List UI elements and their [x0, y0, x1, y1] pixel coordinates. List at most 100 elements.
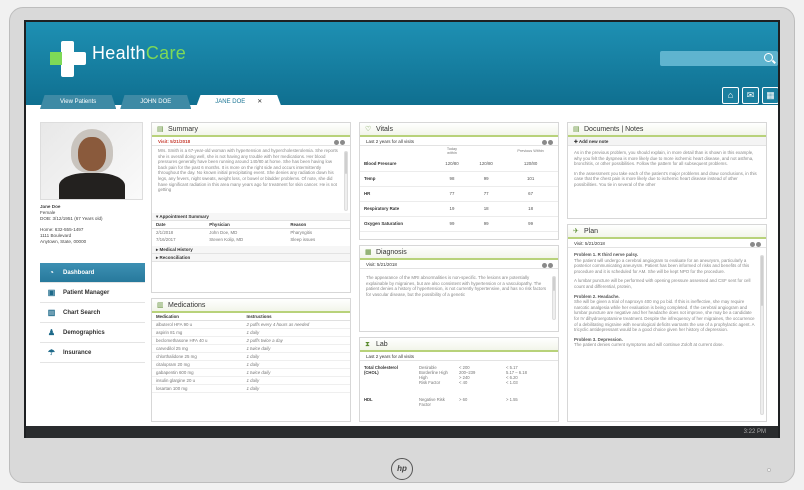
tab-john-doe[interactable]: JOHN DOE [120, 95, 192, 109]
umbrella-icon: ☂ [47, 347, 56, 357]
top-bar: HealthCare View Patients JOHN DOE JANE D… [26, 22, 778, 109]
problem-2-text: She will be given a trial of naproxyn 40… [574, 299, 755, 333]
dashboard-icon: ◔ [49, 267, 54, 277]
vitals-subtitle: Last 2 years for all visits [360, 137, 558, 146]
home-icon[interactable]: ⌂ [722, 87, 739, 104]
plan-card: ✈ Plan Visit: 5/21/2018 Problem 1. R thir… [567, 224, 767, 422]
document-icon: ▤ [573, 126, 580, 133]
summary-text: Mrs. Smith is a 67-year-old woman with h… [158, 148, 338, 193]
medications-header: ▥ Medications [152, 299, 350, 313]
summary-scrollbar[interactable] [344, 151, 348, 211]
plan-header: ✈ Plan [568, 225, 766, 239]
table-row[interactable]: citalopram 20 mg 1 daily [152, 360, 350, 369]
table-row[interactable]: chlorthalidone 25 mg 1 daily [152, 352, 350, 361]
vitals-card: ♡ Vitals Last 2 years for all visits Toda… [359, 122, 559, 240]
appointment-summary-toggle[interactable]: ▾ Appointment Summary [152, 213, 350, 221]
table-row[interactable]: albuterol HFA 90 u2 puffs every 4 hours … [152, 320, 350, 329]
side-nav: ◔ Dashboard ▣ Patient Manager ▥ Chart Searc… [40, 263, 145, 364]
table-row[interactable]: HDL Negative Risk Factor > 60 > 1.55 [360, 396, 558, 408]
reconciliation-toggle[interactable]: ▸ Reconciliation [152, 254, 350, 262]
nav-dashboard[interactable]: ◔ Dashboard [40, 263, 145, 284]
pill-bottle-icon: ▥ [157, 302, 164, 309]
patient-sidebar: Jane Doe Female DOB: 3/12/1951 (67 Years… [40, 122, 145, 422]
problem-1-text-2: A lumbar puncture will be performed with… [574, 278, 751, 289]
summary-header: ▤ Summary [152, 123, 350, 137]
nav-chart-search[interactable]: ▥ Chart Search [40, 303, 145, 324]
table-row[interactable]: Oxygen Saturation 99 99 99 [360, 216, 558, 232]
people-icon: ♟ [47, 327, 56, 337]
lab-table: Total Cholesterol (CHOL) Desirable Borde… [360, 364, 558, 408]
plan-visit: Visit: 5/21/2018 [568, 239, 766, 248]
nav-dots-icon[interactable] [749, 241, 761, 250]
flask-icon: ⧗ [365, 341, 370, 348]
diagnosis-header: ▦ Diagnosis [360, 246, 558, 260]
tab-jane-doe[interactable]: JANE DOE ✕ [195, 95, 283, 109]
bar-chart-icon: ▥ [47, 307, 56, 317]
vitals-table: Today within Previous Within Blood Pressur… [360, 146, 558, 232]
patient-info: Jane Doe Female DOB: 3/12/1951 (67 Years… [40, 204, 145, 245]
nav-insurance[interactable]: ☂ Insurance [40, 343, 145, 364]
document-icon: ▦ [365, 249, 372, 256]
patient-photo [40, 122, 143, 200]
summary-card: ▤ Summary Visit: 5/21/2018 Mrs. Smith is … [151, 122, 351, 293]
documents-paragraph-1: As in the previous problem, you should e… [574, 150, 754, 167]
brand-name: HealthCare [92, 43, 187, 63]
add-note-button[interactable]: ✚ Add new note [568, 137, 766, 146]
documents-paragraph-2: In the assessment you take each of the p… [574, 170, 757, 187]
diagnosis-scrollbar[interactable] [552, 276, 556, 320]
vitals-header: ♡ Vitals [360, 123, 558, 137]
stethoscope-icon: ♡ [365, 126, 372, 133]
status-bar-time: 3:22 PM [26, 426, 778, 438]
lab-subtitle: Last 2 years for all visits [360, 352, 558, 361]
health-cross-logo-icon [50, 41, 86, 77]
table-row[interactable]: 7/16/2017 Steven Kolip, MD Sleep issues [152, 236, 350, 243]
plan-content: Problem 1. R third nerve palsy. The pati… [568, 248, 766, 418]
medications-table: Medication Instructions albuterol HFA 90 … [152, 313, 350, 393]
nav-patient-manager[interactable]: ▣ Patient Manager [40, 283, 145, 304]
briefcase-icon: ▣ [47, 287, 56, 297]
table-row[interactable]: carvedilol 25 mg 1 twice daily [152, 344, 350, 353]
table-row[interactable]: insulin glargine 20 u1 daily [152, 376, 350, 385]
screen: HealthCare View Patients JOHN DOE JANE D… [24, 20, 780, 438]
top-icon-group: ⌂ ✉ ▦ [722, 87, 778, 104]
table-row[interactable]: aspirin 81 mg 1 daily [152, 328, 350, 337]
table-row[interactable]: Temp 98 99 101 [360, 171, 558, 187]
diagnosis-visit: Visit: 5/21/2018 [360, 260, 558, 269]
table-row[interactable]: beclomethasone HFA 40 u2 puffs twice a d… [152, 336, 350, 345]
clipboard-icon: ▤ [157, 126, 164, 133]
tab-view-patients[interactable]: View Patients [40, 95, 117, 109]
table-row[interactable]: Blood Pressure 120/80 120/80 120/80 [360, 156, 558, 172]
calendar-icon[interactable]: ▦ [762, 87, 778, 104]
table-row[interactable]: gabapentin 600 mg 1 twice daily [152, 368, 350, 377]
table-row[interactable]: Total Cholesterol (CHOL) Desirable Borde… [360, 364, 558, 396]
diagnosis-card: ▦ Diagnosis Visit: 5/21/2018 The appearan… [359, 245, 559, 332]
nav-dots-icon[interactable] [333, 139, 345, 148]
appointment-table: Date Physician Reason 2/1/2018 John Doe, MD… [152, 221, 350, 243]
diagnosis-text: The appearance of the MRI abnormalities … [366, 275, 547, 297]
power-indicator[interactable] [767, 468, 771, 472]
summary-visit: Visit: 5/21/2018 [152, 137, 350, 146]
documents-header: ▤ Documents | Notes [568, 123, 766, 137]
search-icon[interactable] [764, 53, 773, 62]
medical-history-toggle[interactable]: ▸ Medical History [152, 246, 350, 254]
lab-card: ⧗ Lab Last 2 years for all visits Total C… [359, 337, 559, 422]
nav-dots-icon[interactable] [541, 139, 553, 148]
problem-1-text: The patient will undergo a cerebral angi… [574, 257, 750, 274]
medications-card: ▥ Medications Medication Instructions albu… [151, 298, 351, 422]
problem-3-text: The patient denies current symptoms and … [574, 342, 724, 348]
lab-header: ⧗ Lab [360, 338, 558, 352]
patient-tabs: View Patients JOHN DOE JANE DOE ✕ [40, 95, 286, 109]
table-row[interactable]: losartan 100 mg 1 daily [152, 384, 350, 393]
running-person-icon: ✈ [573, 228, 579, 235]
nav-dots-icon[interactable] [541, 262, 553, 271]
close-tab-icon[interactable]: ✕ [257, 99, 262, 105]
plan-scrollbar[interactable] [760, 255, 764, 415]
patient-address2: Anytown, State, 00000 [40, 239, 87, 245]
nav-demographics[interactable]: ♟ Demographics [40, 323, 145, 344]
mail-icon[interactable]: ✉ [742, 87, 759, 104]
search-input[interactable] [660, 51, 778, 66]
table-row[interactable]: Respiratory Rate 19 18 18 [360, 201, 558, 217]
healthcare-app: HealthCare View Patients JOHN DOE JANE D… [26, 22, 778, 426]
table-row[interactable]: HR 77 77 67 [360, 186, 558, 202]
table-row[interactable]: 2/1/2018 John Doe, MD Pharyngitis [152, 229, 350, 237]
